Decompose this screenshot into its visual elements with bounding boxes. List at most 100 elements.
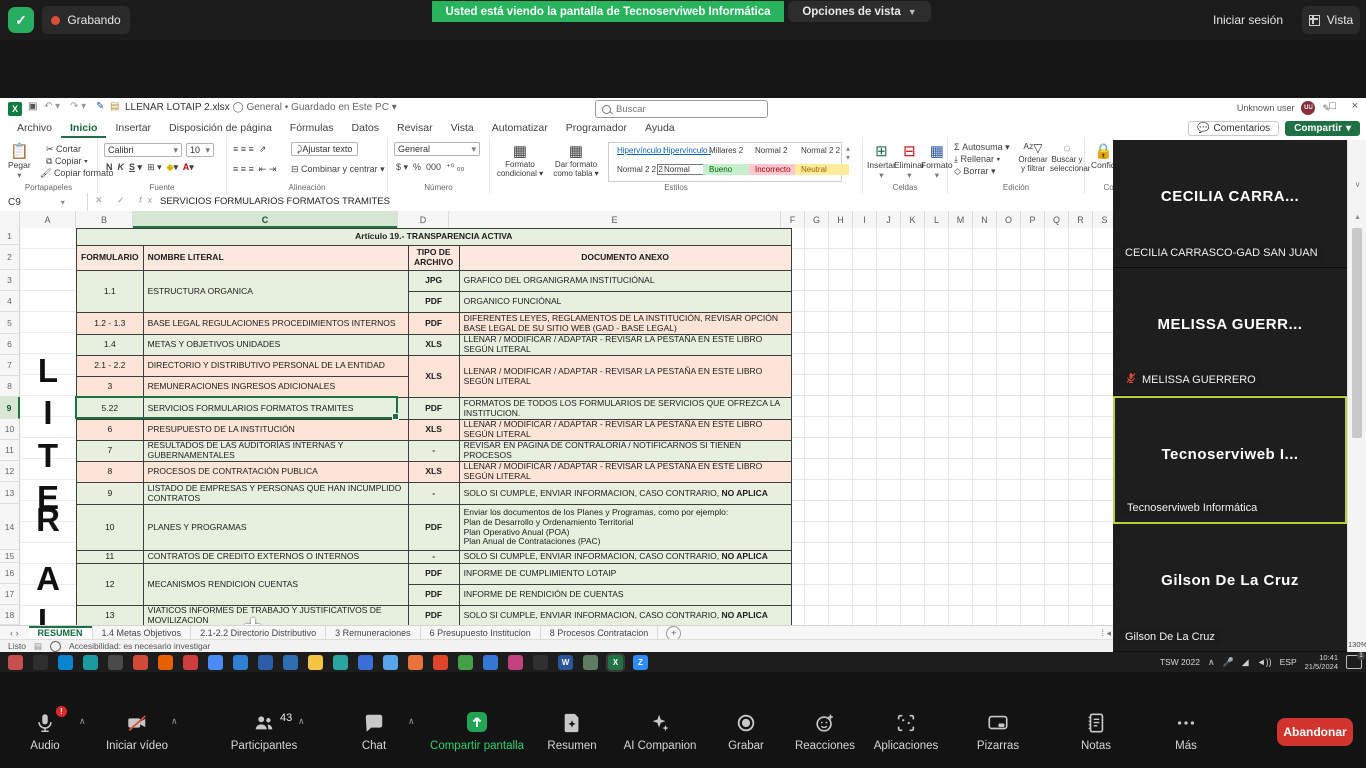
participant-tile-melissa-guerrero[interactable]: MELISSA GUERR...MELISSA GUERRERO <box>1113 268 1347 396</box>
menu-tab-f-rmulas[interactable]: Fórmulas <box>281 120 343 138</box>
cell[interactable]: PDF <box>408 292 459 313</box>
cell[interactable]: TIPO DE ARCHIVO <box>408 246 459 271</box>
column-header-n[interactable]: N <box>973 211 997 228</box>
cell[interactable]: LLENAR / MODIFICAR / ADAPTAR - REVISAR L… <box>459 356 791 398</box>
copy-button[interactable]: ⧉ Copiar ▾ <box>46 156 88 167</box>
keyboard-language[interactable]: ESP <box>1280 657 1297 667</box>
vertical-align-buttons[interactable]: ≡ ≡ ≡ ⇗ <box>233 144 266 155</box>
row-header-7[interactable]: 7 <box>0 355 20 376</box>
cell[interactable]: 11 <box>77 551 144 564</box>
taskbar-app-app-teal[interactable] <box>83 655 98 670</box>
row-header-3[interactable]: 3 <box>0 270 20 291</box>
save-icon[interactable]: ▣ <box>28 101 37 112</box>
literal-letter[interactable]: I <box>20 396 76 429</box>
cell[interactable]: RESULTADOS DE LAS AUDITORÍAS INTERNAS Y … <box>143 441 408 462</box>
taskbar-app-app-green[interactable] <box>458 655 473 670</box>
row-header-18[interactable]: 18 <box>0 605 20 625</box>
search-input[interactable]: Buscar <box>595 100 768 118</box>
taskbar-clock[interactable]: 10:41 21/5/2024 <box>1305 653 1338 671</box>
insert-cells-button[interactable]: ⊞Insertar▾ <box>867 142 896 181</box>
view-options-button[interactable]: Opciones de vista▼ <box>788 1 931 22</box>
zoom-level[interactable]: 130% <box>1348 640 1366 649</box>
taskbar-app-edge[interactable] <box>233 655 248 670</box>
menu-tab-automatizar[interactable]: Automatizar <box>483 120 557 138</box>
comments-button[interactable]: 💬Comentarios <box>1188 121 1279 136</box>
cell[interactable]: 13 <box>77 606 144 626</box>
row-header-11[interactable]: 11 <box>0 440 20 461</box>
taskbar-app-app-gray-green[interactable] <box>583 655 598 670</box>
column-header-b[interactable]: B <box>76 211 133 228</box>
cell[interactable]: Enviar los documentos de los Planes y Pr… <box>459 505 791 551</box>
sign-in-button[interactable]: Iniciar sesión <box>1203 6 1293 34</box>
cell[interactable]: XLS <box>408 356 459 398</box>
literal-letter[interactable]: L <box>20 354 76 387</box>
taskbar-app-app-red[interactable] <box>133 655 148 670</box>
menu-tab-insertar[interactable]: Insertar <box>106 120 160 138</box>
formula-bar-content[interactable]: SERVICIOS FORMULARIOS FORMATOS TRAMITES <box>160 196 390 207</box>
font-family-select[interactable]: Calibri▾ <box>104 143 182 157</box>
cell[interactable]: LLENAR / MODIFICAR / ADAPTAR - REVISAR L… <box>459 335 791 356</box>
cell[interactable]: MECANISMOS RENDICION CUENTAS <box>143 564 408 606</box>
row-header-6[interactable]: 6 <box>0 334 20 355</box>
cell[interactable]: PRESUPUESTO DE LA INSTITUCIÓN <box>143 420 408 441</box>
cell[interactable]: 9 <box>77 483 144 505</box>
row-header-8[interactable]: 8 <box>0 376 20 397</box>
cell[interactable]: 7 <box>77 441 144 462</box>
cell[interactable]: REVISAR EN PAGINA DE CONTRALORIA / NOTIF… <box>459 441 791 462</box>
lotaip-table[interactable]: Artículo 19.- TRANSPARENCIA ACTIVAFORMUL… <box>76 228 792 625</box>
sheet-tab-2-1-2-2-directorio-distributivo[interactable]: 2.1-2.2 Directorio Distributivo <box>191 626 326 640</box>
taskbar-app-chrome[interactable] <box>208 655 223 670</box>
sheet-tab-6-presupuesto-institucion[interactable]: 6 Presupuesto Institucion <box>421 626 541 640</box>
leave-meeting-button[interactable]: Abandonar <box>1277 718 1353 746</box>
tray-mic-icon[interactable]: 🎤 <box>1223 657 1234 668</box>
cell[interactable]: - <box>408 551 459 564</box>
cell[interactable]: GRAFICO DEL ORGANIGRAMA INSTITUCIÓNAL <box>459 271 791 292</box>
menu-tab-programador[interactable]: Programador <box>557 120 636 138</box>
cell[interactable]: PDF <box>408 505 459 551</box>
taskbar-app-app-blue-2[interactable] <box>358 655 373 670</box>
speaker-icon[interactable]: ◄)) <box>1257 657 1272 667</box>
cell[interactable]: DIFERENTES LEYES, REGLAMENTOS DE LA INST… <box>459 313 791 335</box>
cell-style-normal-2-2[interactable]: Normal 2 2 <box>795 145 849 156</box>
cell[interactable]: ORGANICO FUNCIÓNAL <box>459 292 791 313</box>
cell[interactable]: XLS <box>408 462 459 483</box>
column-header-o[interactable]: O <box>997 211 1021 228</box>
paste-button[interactable]: 📋Pegar▾ <box>8 142 31 181</box>
sheet-tab-3-remuneraciones[interactable]: 3 Remuneraciones <box>326 626 421 640</box>
column-header-q[interactable]: Q <box>1045 211 1069 228</box>
literal-letter[interactable]: A <box>20 562 76 595</box>
notification-center-icon[interactable] <box>1346 655 1362 669</box>
find-select-button[interactable]: ◌Buscar y seleccionar <box>1050 141 1084 173</box>
styles-scroll[interactable]: ▴▾ <box>842 144 854 162</box>
scroll-up-icon[interactable]: ▴ <box>1348 212 1366 221</box>
taskbar-app-app-blue-arrow[interactable] <box>483 655 498 670</box>
restore-button[interactable]: □ <box>1329 100 1336 112</box>
cell[interactable]: SOLO SI CUMPLE, ENVIAR INFORMACION, CASO… <box>459 606 791 626</box>
column-header-p[interactable]: P <box>1021 211 1045 228</box>
fill-button[interactable]: ⤓ Rellenar ▾ <box>954 154 1000 165</box>
toolbar-item-participantes[interactable]: Participantes <box>204 710 324 752</box>
chevron-up-icon[interactable]: ∧ <box>171 716 178 727</box>
row-header-12[interactable]: 12 <box>0 461 20 482</box>
toolbar-item-iniciar-v-deo[interactable]: Iniciar vídeo <box>77 710 197 752</box>
menu-tab-archivo[interactable]: Archivo <box>8 120 61 138</box>
column-header-f[interactable]: F <box>781 211 805 228</box>
toolbar-item-chat[interactable]: Chat <box>314 710 434 752</box>
taskbar-app-app-lightblue[interactable] <box>383 655 398 670</box>
cell[interactable]: 10 <box>77 505 144 551</box>
undo-icon[interactable]: ↶ ▾ <box>44 101 60 112</box>
menu-tab-ayuda[interactable]: Ayuda <box>636 120 684 138</box>
cell[interactable]: ESTRUCTURA ORGANICA <box>143 271 408 313</box>
taskbar-app-app-blue-a[interactable] <box>258 655 273 670</box>
minimize-button[interactable]: – <box>1308 100 1314 112</box>
cell[interactable]: VIATICOS INFORMES DE TRABAJO Y JUSTIFICA… <box>143 606 408 626</box>
column-header-r[interactable]: R <box>1069 211 1093 228</box>
taskbar-app-excel[interactable]: X <box>608 655 623 670</box>
row-header-17[interactable]: 17 <box>0 584 20 605</box>
row-header-4[interactable]: 4 <box>0 291 20 312</box>
number-format-select[interactable]: General▾ <box>394 142 480 156</box>
cell[interactable]: 12 <box>77 564 144 606</box>
pen-icon[interactable]: ✎ <box>96 101 104 112</box>
taskbar-app-zoom[interactable]: Z <box>633 655 648 670</box>
cell[interactable]: NOMBRE LITERAL <box>143 246 408 271</box>
